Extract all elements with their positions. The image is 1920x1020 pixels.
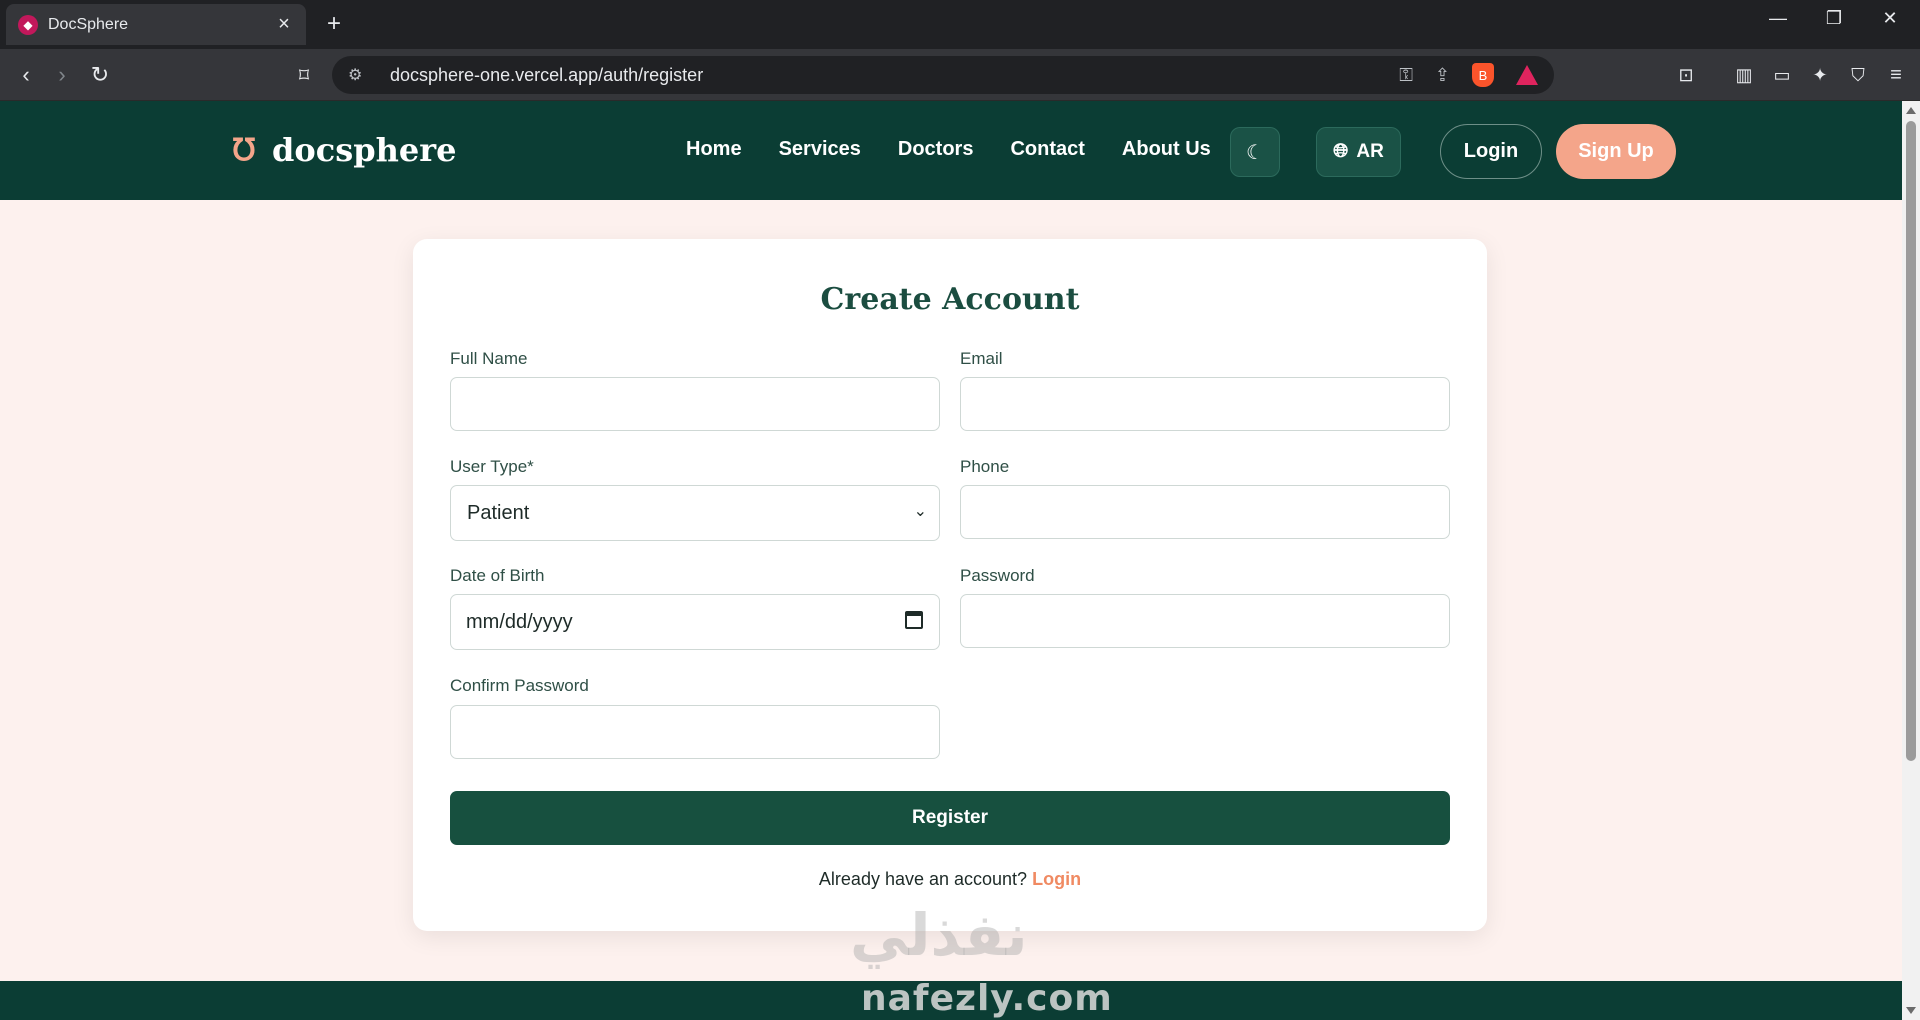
dob-placeholder: mm/dd/yyyy	[466, 611, 573, 633]
restore-icon[interactable]: ❐	[1814, 8, 1854, 29]
key-icon[interactable]: ⚿	[1399, 65, 1413, 86]
site-favicon-icon: ◆	[18, 14, 38, 35]
confirm-password-input[interactable]	[450, 705, 940, 759]
reload-icon[interactable]: ↻	[86, 61, 114, 89]
url-text[interactable]: docsphere-one.vercel.app/auth/register	[390, 65, 1377, 86]
forward-icon[interactable]: ›	[48, 61, 76, 89]
menu-icon[interactable]: ≡	[1882, 61, 1910, 89]
dob-label: Date of Birth	[450, 566, 545, 585]
full-name-label: Full Name	[450, 349, 528, 368]
nav-about-us[interactable]: About Us	[1122, 138, 1211, 161]
email-label: Email	[960, 349, 1003, 368]
browser-tabstrip: ◆ DocSphere × + — ❐ ✕	[0, 0, 1920, 49]
phone-label: Phone	[960, 457, 1010, 476]
tab-title: DocSphere	[48, 15, 129, 33]
vpn-icon[interactable]: ⛉	[1844, 61, 1872, 89]
moon-icon: ☾	[1246, 141, 1264, 164]
bookmark-icon[interactable]: ⌑	[290, 61, 318, 89]
watermark-text: nafezly.com	[861, 978, 1113, 1019]
nav-doctors[interactable]: Doctors	[898, 138, 974, 161]
browser-toolbar: ‹ › ↻ ⌑ ⚙ docsphere-one.vercel.app/auth/…	[0, 49, 1920, 101]
sidebar-icon[interactable]: ▥	[1730, 61, 1758, 89]
scroll-up-icon[interactable]	[1906, 107, 1916, 114]
password-input[interactable]	[960, 594, 1450, 648]
nav-home[interactable]: Home	[686, 138, 742, 161]
brand-name: docsphere	[272, 131, 457, 169]
calendar-icon[interactable]	[905, 611, 923, 629]
stethoscope-icon: ℧	[232, 133, 256, 167]
site-navbar: ℧ docsphere Home Services Doctors Contac…	[0, 101, 1902, 200]
password-label: Password	[960, 566, 1035, 585]
page-viewport: ℧ docsphere Home Services Doctors Contac…	[0, 101, 1902, 1020]
brand[interactable]: ℧ docsphere	[226, 131, 457, 169]
watermark-arabic: نفذلي	[850, 901, 1028, 969]
tab-close-icon[interactable]: ×	[274, 13, 294, 36]
email-input[interactable]	[960, 377, 1450, 431]
back-icon[interactable]: ‹	[12, 61, 40, 89]
signup-button[interactable]: Sign Up	[1556, 124, 1676, 179]
full-name-input[interactable]	[450, 377, 940, 431]
language-label: AR	[1356, 141, 1384, 162]
user-type-select[interactable]: Patient ⌄	[450, 485, 940, 541]
share-icon[interactable]: ⇪	[1435, 65, 1450, 86]
register-button[interactable]: Register	[450, 791, 1450, 845]
login-link[interactable]: Login	[1032, 869, 1081, 889]
scroll-down-icon[interactable]	[1906, 1007, 1916, 1014]
wallet-icon[interactable]: ▭	[1768, 61, 1796, 89]
reader-icon[interactable]: ⊡	[1672, 61, 1700, 89]
nav-contact[interactable]: Contact	[1010, 138, 1084, 161]
new-tab-icon[interactable]: +	[320, 10, 348, 38]
page-scrollbar[interactable]	[1902, 101, 1920, 1020]
site-settings-icon[interactable]: ⚙	[348, 65, 370, 85]
nav-links: Home Services Doctors Contact About Us	[686, 138, 1211, 161]
language-button[interactable]: 🌐︎ AR	[1316, 127, 1401, 177]
login-button[interactable]: Login	[1440, 124, 1542, 179]
leo-ai-icon[interactable]: ✦	[1806, 61, 1834, 89]
scroll-thumb[interactable]	[1906, 121, 1916, 761]
brave-rewards-icon[interactable]	[1516, 65, 1538, 85]
dob-input[interactable]: mm/dd/yyyy	[450, 594, 940, 650]
nav-services[interactable]: Services	[779, 138, 861, 161]
user-type-value: Patient	[467, 502, 530, 524]
theme-toggle-button[interactable]: ☾	[1230, 127, 1280, 177]
page-title: Create Account	[820, 282, 1080, 317]
already-text: Already have an account?	[818, 869, 1028, 889]
user-type-label: User Type*	[450, 457, 534, 476]
browser-tab[interactable]: ◆ DocSphere ×	[6, 4, 306, 45]
minimize-icon[interactable]: —	[1758, 8, 1798, 29]
chevron-down-icon: ⌄	[913, 503, 927, 520]
register-card: Create Account Full Name Email User Type…	[413, 239, 1487, 931]
globe-icon: 🌐︎	[1333, 141, 1349, 162]
confirm-password-label: Confirm Password	[450, 676, 589, 695]
login-prompt: Already have an account? Login	[413, 869, 1487, 890]
address-bar[interactable]: ⚙ docsphere-one.vercel.app/auth/register…	[332, 56, 1554, 94]
phone-input[interactable]	[960, 485, 1450, 539]
window-close-icon[interactable]: ✕	[1870, 8, 1910, 29]
brave-shield-icon[interactable]: B	[1472, 63, 1494, 87]
